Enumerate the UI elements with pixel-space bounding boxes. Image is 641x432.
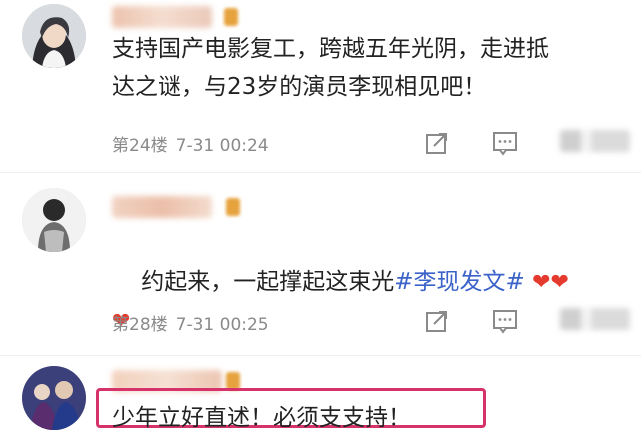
username-blurred[interactable] (112, 196, 212, 218)
floor-number: 第24楼 (112, 136, 168, 156)
like-count-blurred[interactable] (560, 130, 630, 152)
share-icon[interactable] (424, 308, 450, 334)
avatar[interactable] (22, 366, 86, 430)
comment-text: 少年立好直述！必须支支持！ (112, 405, 411, 431)
topic-link[interactable]: #李现发文# (394, 269, 525, 295)
comment-item: 约起来，一起撑起这束光#李现发文# ❤❤ ❤ 第28楼 7-31 00:25 (0, 180, 641, 360)
comment-item: 支持国产电影复工，跨越五年光阴，走进抵 达之谜，与23岁的演员李现相见吧！ 第2… (0, 0, 641, 170)
comment-icon[interactable] (492, 308, 518, 334)
username-blurred[interactable] (112, 6, 212, 28)
comment-meta: 第24楼 7-31 00:24 (112, 131, 277, 156)
heart-emoji: ❤❤ (532, 270, 569, 295)
avatar[interactable] (22, 188, 86, 252)
timestamp: 7-31 00:25 (175, 315, 269, 335)
floor-number: 第28楼 (112, 315, 168, 335)
comment-meta: 第28楼 7-31 00:25 (112, 310, 277, 335)
vip-badge-icon (226, 198, 240, 216)
timestamp: 7-31 00:24 (175, 136, 269, 156)
divider (0, 172, 641, 173)
vip-badge-icon (224, 8, 238, 26)
comment-icon[interactable] (492, 130, 518, 156)
divider (0, 355, 641, 356)
comment-text-body: 约起来，一起撑起这束光 (141, 269, 395, 295)
comment-text: 支持国产电影复工，跨越五年光阴，走进抵 达之谜，与23岁的演员李现相见吧！ (112, 36, 549, 100)
share-icon[interactable] (424, 130, 450, 156)
like-count-blurred[interactable] (560, 308, 630, 330)
avatar[interactable] (22, 4, 86, 68)
